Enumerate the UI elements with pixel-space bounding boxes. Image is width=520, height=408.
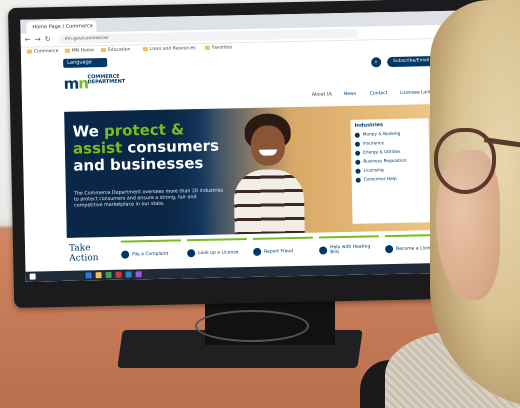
action-icon: [187, 249, 196, 258]
taskbar-app-icon[interactable]: [115, 271, 122, 278]
back-icon[interactable]: ←: [25, 36, 31, 44]
photo-scene: Home Page / Commerce ← → ↻ mn.gov/commer…: [0, 0, 520, 408]
action-icon: [385, 244, 394, 254]
action-lookup-license[interactable]: Look up a License: [186, 238, 248, 262]
site-logo[interactable]: mn: [63, 74, 88, 93]
industry-icon: [355, 177, 361, 183]
forward-icon[interactable]: →: [35, 35, 41, 43]
industry-icon: [355, 150, 361, 156]
logo-mark: m: [63, 74, 79, 93]
industry-label: Consumer Help: [363, 176, 397, 183]
reload-icon[interactable]: ↻: [45, 35, 51, 43]
action-label: File a Complaint: [132, 251, 169, 257]
action-label: Report Fraud: [264, 248, 294, 255]
logo-text: COMMERCE DEPARTMENT: [87, 74, 126, 86]
action-file-complaint[interactable]: File a Complaint: [120, 239, 182, 263]
search-icon[interactable]: ⌕: [371, 57, 382, 68]
eyeglasses-icon: [434, 128, 496, 194]
hero-body: The Commerce Department oversees more th…: [73, 188, 224, 209]
take-action-label: Take Action: [69, 243, 109, 264]
taskbar-app-icon[interactable]: [85, 272, 92, 279]
action-icon: [121, 250, 130, 259]
subscribe-button[interactable]: Subscribe/Email Signup: [387, 56, 436, 74]
take-action-line: Action: [69, 253, 99, 264]
industry-item[interactable]: Consumer Help: [352, 174, 430, 185]
monitor-screen: Home Page / Commerce ← → ↻ mn.gov/commer…: [20, 10, 488, 282]
industries-panel: Industries Money & Banking Insurance Ene…: [350, 118, 431, 224]
action-heating-bills[interactable]: Help with Heating Bills: [318, 235, 380, 259]
hero-heading-part: We: [72, 122, 105, 141]
action-report-fraud[interactable]: Report Fraud: [252, 236, 314, 260]
industry-label: Money & Banking: [362, 131, 401, 138]
website: Language mn COMMERCE DEPARTMENT ⌕ Subscr…: [21, 47, 488, 282]
industry-icon: [355, 159, 361, 165]
industry-icon: [355, 168, 361, 174]
action-icon: [253, 247, 262, 256]
logo-text-line2: DEPARTMENT: [87, 78, 126, 86]
industry-label: Energy & Utilities: [363, 149, 401, 156]
taskbar-app-icon[interactable]: [135, 271, 142, 278]
hero-banner: We protect & assist consumers and busine…: [64, 103, 445, 238]
action-label: Look up a License: [198, 249, 239, 256]
industry-label: Business Regulation: [363, 158, 407, 165]
taskbar-app-icon[interactable]: [105, 271, 112, 279]
person-face: [250, 125, 286, 166]
taskbar-app-icon[interactable]: [95, 272, 102, 279]
industry-icon: [354, 141, 360, 147]
hero-person-photo: [232, 113, 305, 235]
person-shirt: [233, 168, 305, 235]
taskbar-app-icon[interactable]: [125, 271, 132, 278]
industry-icon: [354, 132, 360, 138]
industry-label: Insurance: [362, 141, 385, 147]
nav-item-news[interactable]: News: [344, 92, 356, 97]
nav-item-about[interactable]: About Us: [312, 92, 332, 97]
monitor-stand-ring: [195, 310, 309, 342]
monitor-bezel: Home Page / Commerce ← → ↻ mn.gov/commer…: [8, 0, 501, 308]
start-icon[interactable]: [29, 273, 36, 280]
language-selector[interactable]: Language: [63, 57, 108, 68]
action-label: Help with Heating Bills: [330, 244, 371, 256]
action-icon: [319, 246, 328, 255]
hero-heading-part: and businesses: [73, 153, 204, 175]
nav-item-contact[interactable]: Contact: [370, 91, 388, 96]
industry-label: Licensing: [363, 168, 384, 174]
